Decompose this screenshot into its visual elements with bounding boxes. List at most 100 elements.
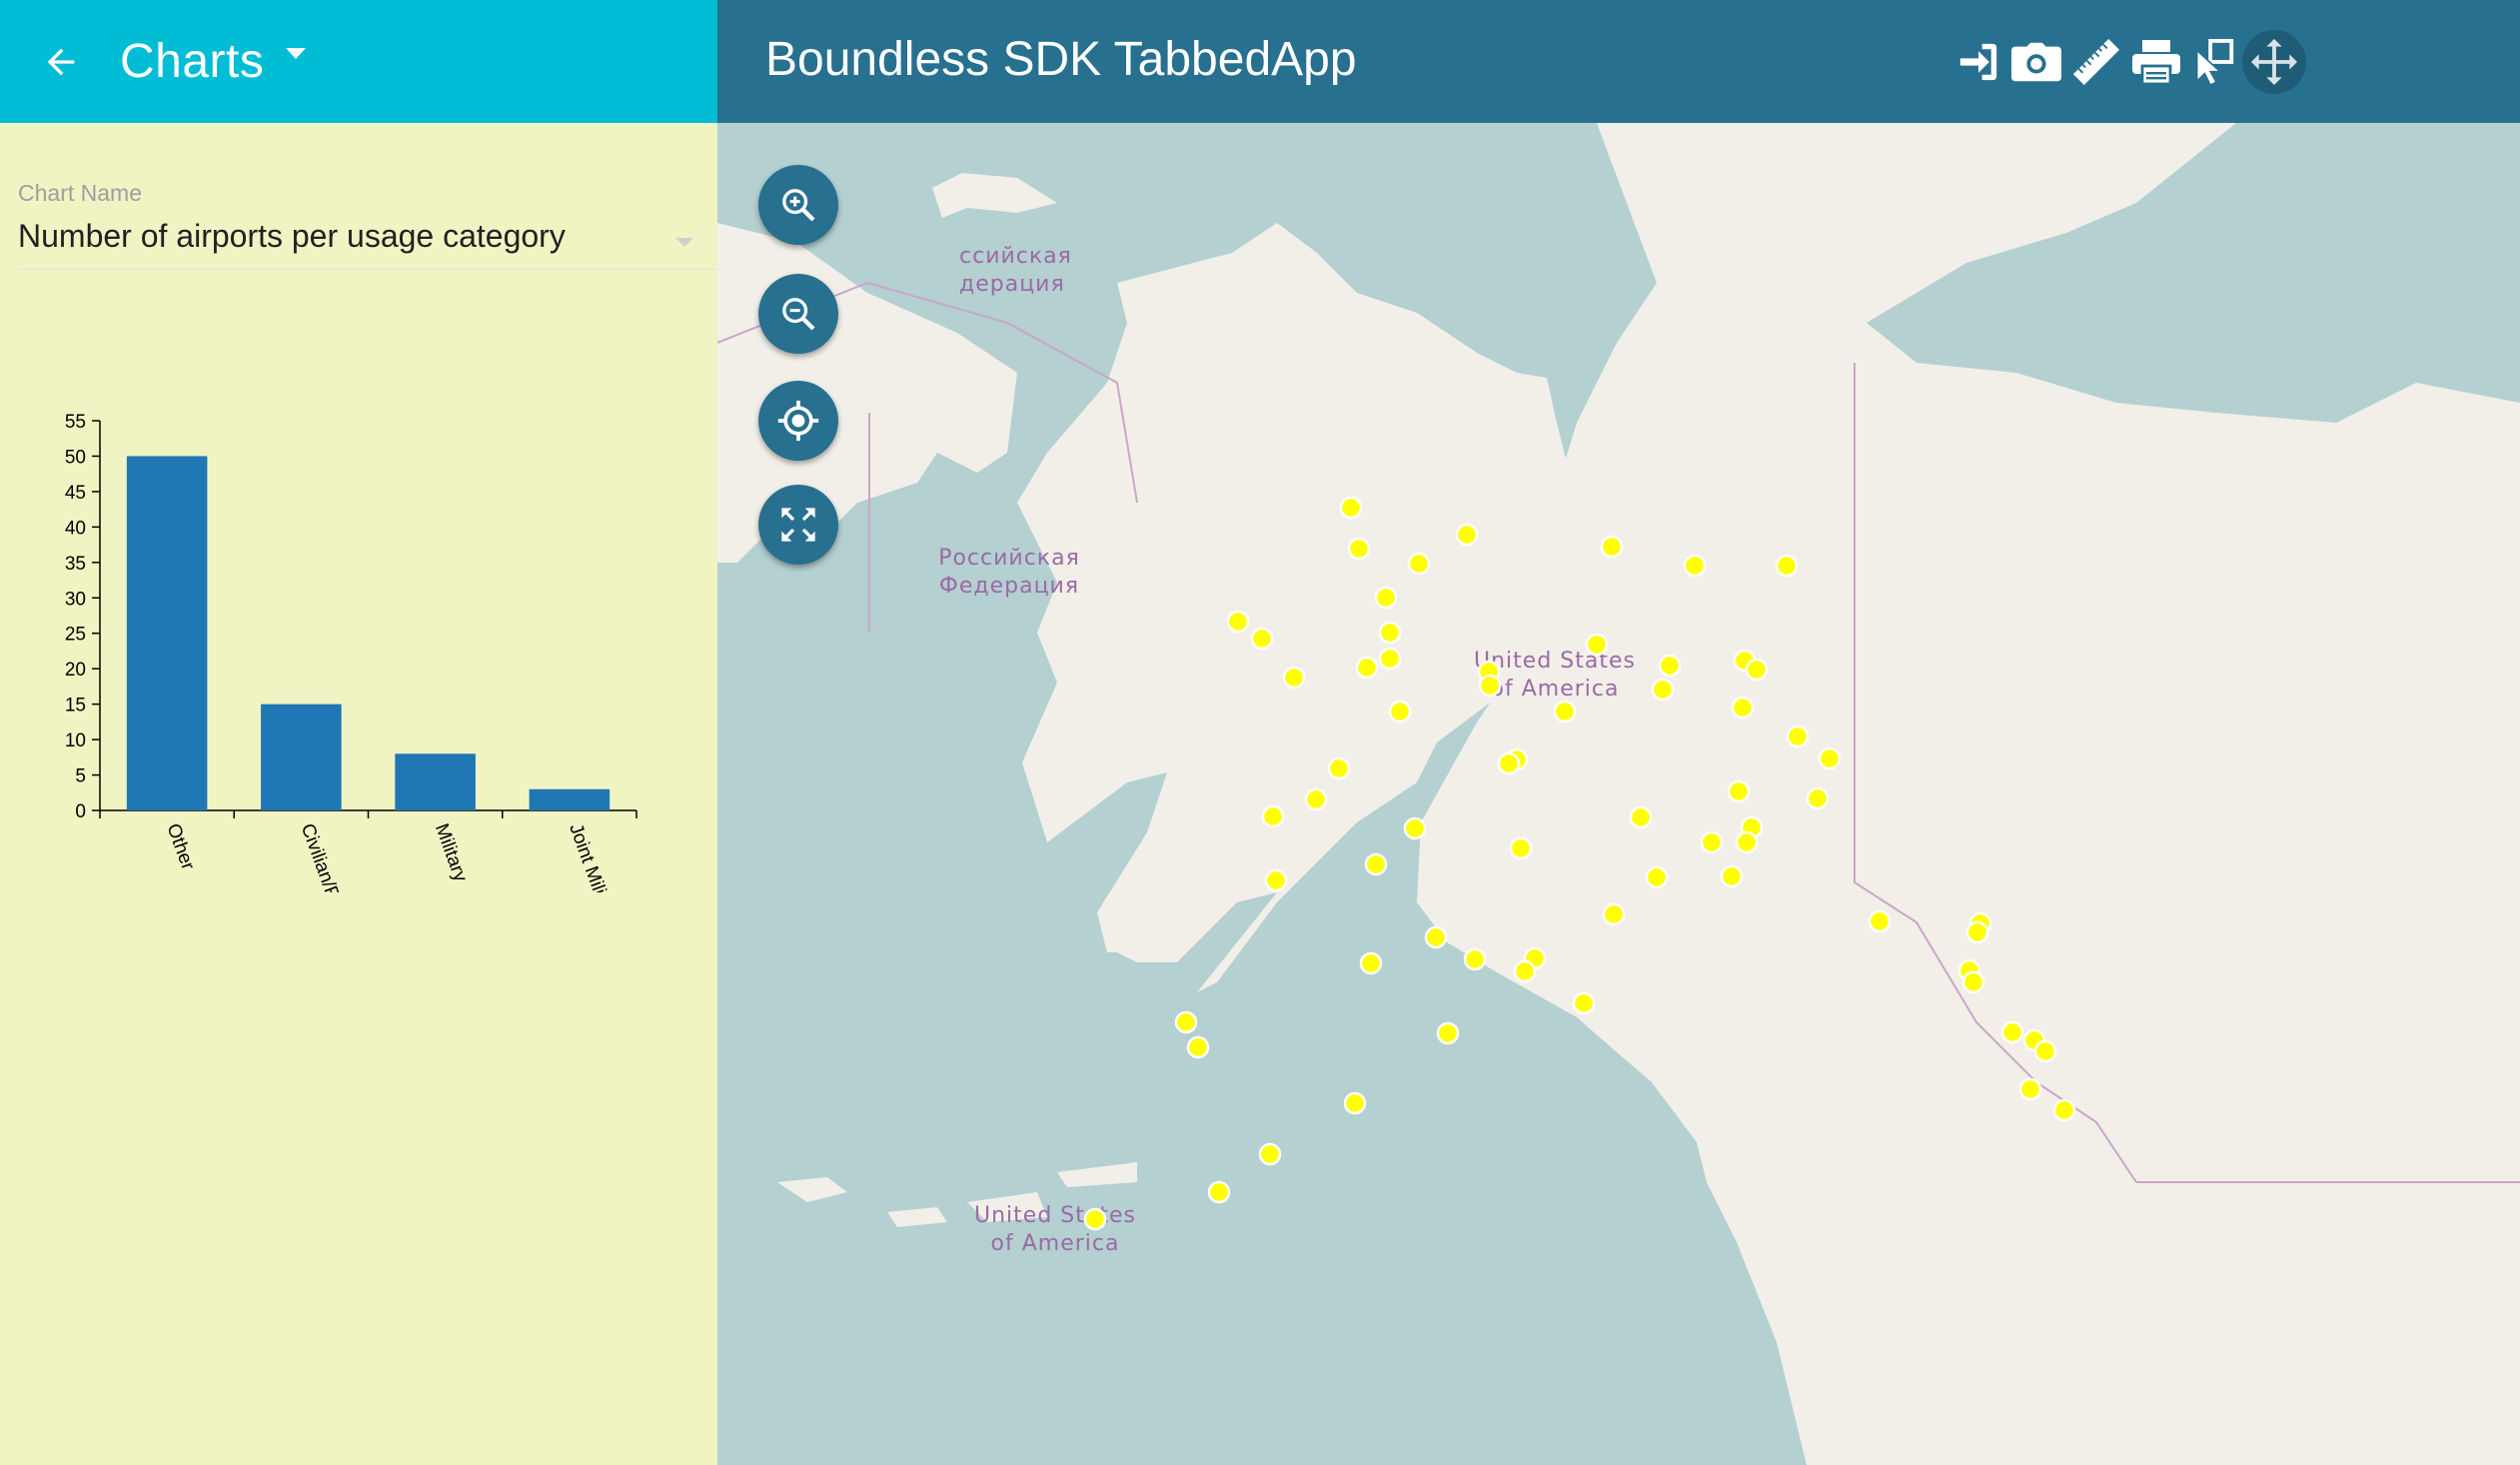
map-label-usa-aleutian-1: United States [974,1203,1136,1228]
airport-marker[interactable] [1572,991,1596,1015]
airport-marker[interactable] [1806,786,1830,810]
airport-marker[interactable] [1261,804,1285,828]
airport-marker[interactable] [1359,951,1383,975]
print-icon[interactable] [2124,30,2188,94]
airport-marker[interactable] [2000,1020,2024,1044]
airport-marker[interactable] [1868,909,1891,933]
airport-marker[interactable] [1424,925,1448,949]
airport-marker[interactable] [1436,1021,1460,1045]
airport-marker[interactable] [1720,864,1744,888]
zoom-in-icon [782,189,815,222]
y-tick-label: 0 [75,801,86,822]
airport-marker[interactable] [1509,836,1533,860]
airport-marker[interactable] [1304,787,1328,811]
bar-civilian-public [261,704,342,810]
airport-marker[interactable] [1258,1142,1282,1166]
select-underline [18,269,717,270]
map-label-usa-2: of America [1491,677,1620,702]
airport-marker[interactable] [1600,535,1624,559]
airport-marker[interactable] [1629,805,1653,829]
airport-marker[interactable] [1658,654,1682,678]
zoom-out-button[interactable] [758,274,838,354]
panel-menu-dropdown-icon[interactable] [286,47,307,65]
airport-marker[interactable] [1282,666,1306,690]
y-tick-label: 15 [65,696,86,717]
airport-marker[interactable] [1207,1180,1231,1204]
chart-panel: Chart Name Number of airports per usage … [0,123,717,1465]
fullscreen-button[interactable] [758,485,838,565]
airport-marker[interactable] [1553,700,1577,724]
airport-marker[interactable] [1651,678,1675,702]
zoom-out-icon [782,298,815,331]
airport-marker[interactable] [1388,700,1412,724]
airport-marker[interactable] [1264,868,1288,892]
airport-marker[interactable] [1745,658,1769,682]
map-label-russia-top-1: ссийская [959,244,1072,269]
airport-marker[interactable] [1683,554,1707,578]
airport-marker[interactable] [1403,816,1427,840]
airport-marker[interactable] [1364,852,1388,876]
airport-marker[interactable] [1961,970,1985,994]
ruler-icon[interactable] [2064,30,2128,94]
airport-marker[interactable] [1250,627,1274,651]
airport-marker[interactable] [1407,552,1431,576]
airport-marker[interactable] [1585,633,1609,657]
airport-marker[interactable] [2018,1077,2042,1101]
select-cursor-icon[interactable] [2182,30,2246,94]
x-tick-label: Military [431,821,471,885]
airport-marker[interactable] [1339,496,1363,520]
airport-marker[interactable] [1463,947,1487,971]
airport-marker[interactable] [1513,959,1537,983]
map-label-usa-aleutian-2: of America [991,1231,1120,1256]
pan-move-icon[interactable] [2242,30,2306,94]
airport-marker[interactable] [1818,746,1842,770]
airport-marker[interactable] [1645,865,1669,889]
y-tick-label: 20 [65,660,86,681]
fullscreen-icon [781,508,815,542]
locate-button[interactable] [758,381,838,461]
login-icon[interactable] [1946,30,2010,94]
airport-marker[interactable] [1731,696,1755,720]
airport-marker[interactable] [1735,830,1759,854]
airport-marker[interactable] [1786,725,1810,748]
airport-marker[interactable] [1602,902,1626,926]
airport-marker[interactable] [2052,1098,2076,1122]
airport-marker[interactable] [2033,1039,2057,1063]
map-label-russia-2: Федерация [939,574,1079,599]
chart-name-value: Number of airports per usage category [18,218,566,254]
app-toolbar: Boundless SDK TabbedApp [717,0,2520,123]
camera-icon[interactable] [2004,30,2068,94]
airport-marker[interactable] [1378,647,1402,671]
select-dropdown-icon [675,238,693,247]
airport-marker[interactable] [1727,779,1751,803]
x-tick-label: Joint Military/Civilian [565,821,643,892]
airport-marker[interactable] [1965,920,1989,944]
map-view[interactable]: ссийская дерация Российская Федерация Un… [717,123,2520,1465]
airport-marker[interactable] [1083,1207,1107,1231]
airport-marker[interactable] [1347,537,1371,561]
airport-marker[interactable] [1455,523,1479,547]
back-arrow-icon[interactable] [31,32,91,92]
airport-marker[interactable] [1700,830,1724,854]
airport-marker[interactable] [1327,756,1351,780]
map-canvas[interactable]: ссийская дерация Российская Федерация Un… [717,123,2520,1465]
airport-marker[interactable] [1378,621,1402,645]
bar-military [395,753,476,810]
airport-marker[interactable] [1497,751,1521,775]
y-tick-label: 5 [75,766,86,787]
y-tick-label: 10 [65,731,86,751]
chart-name-select[interactable]: Number of airports per usage category [18,218,709,270]
panel-title: Charts [120,35,265,88]
x-tick-label: Other [162,821,198,873]
airport-marker[interactable] [1374,586,1398,610]
airport-marker[interactable] [1355,656,1379,680]
airport-marker[interactable] [1775,554,1799,578]
y-tick-label: 55 [65,412,86,433]
airport-marker[interactable] [1174,1010,1198,1034]
airport-marker[interactable] [1343,1091,1367,1115]
airport-marker[interactable] [1186,1035,1210,1059]
airport-marker[interactable] [1226,610,1250,634]
airport-marker[interactable] [1478,674,1502,698]
panel-header: Charts [0,0,717,123]
zoom-in-button[interactable] [758,165,838,245]
